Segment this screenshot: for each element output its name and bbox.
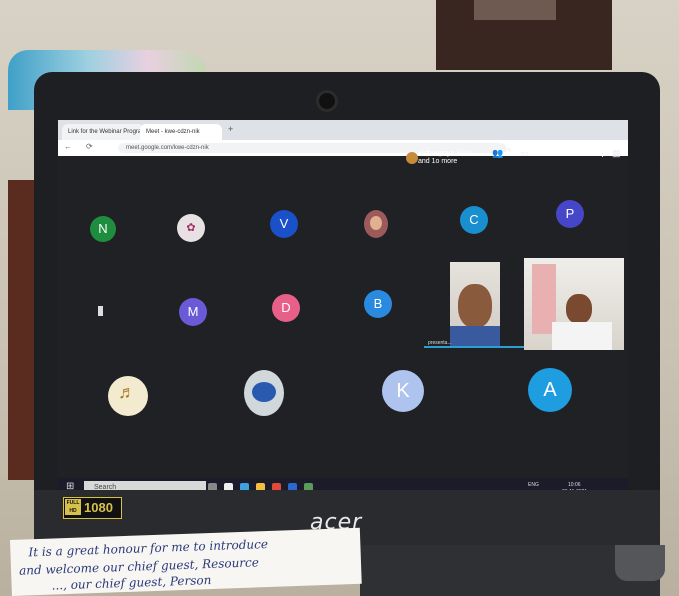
participant-initial: M bbox=[187, 304, 199, 319]
webcam bbox=[319, 93, 335, 109]
info-icon[interactable]: ▦ bbox=[612, 148, 621, 159]
door-panel bbox=[474, 0, 556, 20]
chat-icon[interactable]: ▭ bbox=[520, 148, 529, 159]
reload-icon[interactable]: ⟳ bbox=[86, 142, 93, 151]
participant-initial: V bbox=[279, 216, 289, 231]
hd-badge: FULL HD 1080 bbox=[63, 497, 122, 519]
presenter-others: and 1o more bbox=[418, 158, 458, 165]
tab-meet[interactable]: Meet - kwe-cdzn-nik bbox=[140, 124, 222, 140]
participant-avatar: P bbox=[556, 200, 584, 228]
participant-initial: B bbox=[373, 296, 383, 311]
participant-initial: C bbox=[469, 212, 479, 227]
participant-initial: P bbox=[565, 206, 575, 221]
tray-time: 10:06 bbox=[568, 482, 581, 488]
participant-avatar: ♬ bbox=[108, 376, 148, 416]
back-icon[interactable]: ← bbox=[64, 142, 72, 151]
participant-avatar: K bbox=[382, 370, 424, 412]
participant-initial: K bbox=[396, 380, 410, 402]
browser-tab-bar: Link for the Webinar Program Meet - kwe-… bbox=[58, 120, 628, 140]
face-icon bbox=[370, 216, 382, 230]
participant-avatar: B bbox=[364, 290, 392, 318]
presenter-avatar bbox=[406, 152, 418, 164]
tray-lang: ENG bbox=[528, 482, 539, 488]
participant-initial: A bbox=[543, 379, 557, 401]
participant-avatar: V bbox=[270, 210, 298, 238]
participant-initial: D bbox=[281, 300, 291, 315]
participant-avatar: N bbox=[90, 216, 116, 242]
hand-raise-icon bbox=[98, 306, 103, 316]
people-icon[interactable]: 👥 bbox=[492, 148, 503, 159]
new-tab-icon[interactable]: + bbox=[228, 124, 233, 134]
remote-video bbox=[524, 258, 624, 350]
participant-initial: N bbox=[98, 221, 108, 236]
guitar-icon: ♬ bbox=[118, 382, 136, 402]
participant-photo bbox=[364, 210, 388, 238]
person-head bbox=[458, 284, 492, 328]
presenter-info: Vishnupriya Pillai and 1o more bbox=[418, 150, 471, 166]
badge-hd-label: FULL HD bbox=[65, 499, 81, 515]
meet-clock: 10:06 AM bbox=[544, 148, 587, 159]
participant-avatar: A bbox=[528, 368, 572, 412]
badge-resolution: 1080 bbox=[84, 500, 113, 515]
tab-webinar-link[interactable]: Link for the Webinar Program bbox=[62, 124, 144, 140]
speaking-indicator bbox=[424, 346, 524, 348]
note-line-2: and welcome our chief guest, Resource bbox=[18, 555, 260, 578]
participant-avatar: C bbox=[460, 206, 488, 234]
person-head bbox=[566, 294, 592, 324]
person-body bbox=[450, 326, 500, 348]
activities-icon[interactable]: ⋮ bbox=[598, 148, 607, 159]
bird-icon bbox=[252, 382, 276, 402]
laptop-screen: Link for the Webinar Program Meet - kwe-… bbox=[58, 120, 628, 498]
participant-photo bbox=[244, 370, 284, 416]
hinge bbox=[615, 545, 665, 581]
presenter-name: Vishnupriya Pillai bbox=[418, 150, 472, 157]
participant-avatar: ✿ bbox=[177, 214, 205, 242]
people-count: 24 bbox=[504, 148, 511, 154]
flower-icon: ✿ bbox=[186, 222, 196, 234]
system-tray[interactable]: ENG 10:06 23-11-2021 bbox=[528, 482, 587, 495]
self-video bbox=[450, 262, 500, 348]
participant-avatar: M bbox=[179, 298, 207, 326]
participant-avatar: D bbox=[272, 294, 300, 322]
note-line-3: ..., our chief guest, Person bbox=[51, 573, 212, 593]
person-body bbox=[552, 322, 612, 350]
meet-header bbox=[58, 156, 628, 198]
